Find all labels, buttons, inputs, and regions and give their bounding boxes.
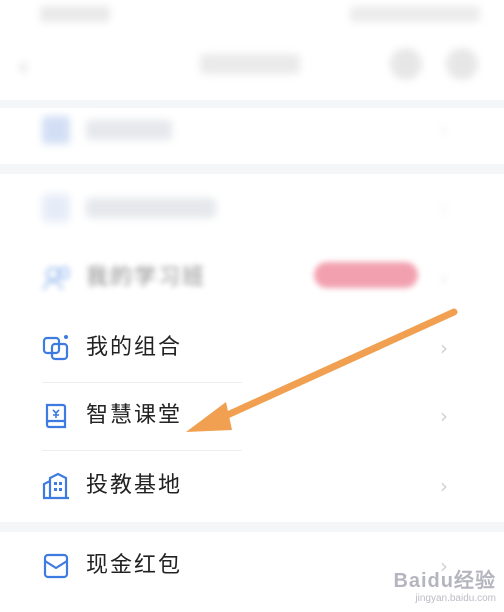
annotation-arrow bbox=[186, 308, 458, 432]
arrow-shaft bbox=[208, 308, 458, 426]
watermark: Baidu经验 jingyan.baidu.com bbox=[393, 564, 496, 604]
arrow-head bbox=[186, 402, 232, 432]
watermark-logo: Baidu经验 bbox=[393, 570, 496, 592]
watermark-url: jingyan.baidu.com bbox=[415, 593, 496, 604]
